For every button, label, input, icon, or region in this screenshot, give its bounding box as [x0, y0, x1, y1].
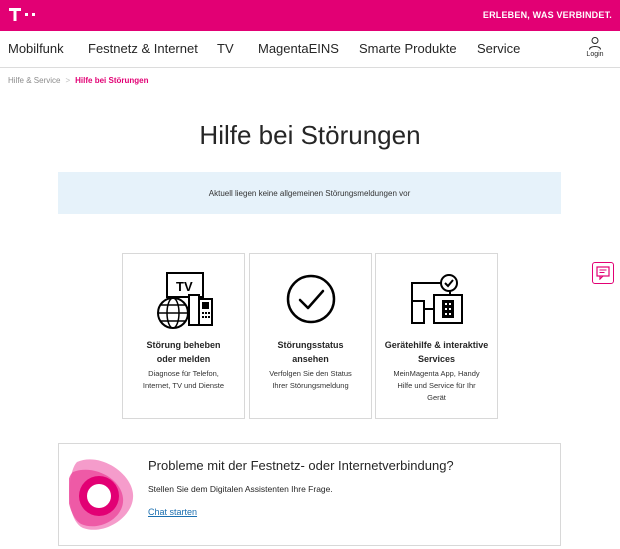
page-title: Hilfe bei Störungen [199, 120, 421, 150]
tv-icon-label: TV [176, 279, 193, 294]
card-desc-line: Diagnose für Telefon, [148, 369, 219, 378]
login-label: Login [586, 51, 604, 58]
card-desc-line: MeinMagenta App, Handy [393, 369, 480, 378]
digital-assistant-box: Probleme mit der Festnetz- oder Internet… [58, 443, 561, 546]
nav-item-tv[interactable]: TV [217, 41, 234, 56]
chat-start-link[interactable]: Chat starten [148, 507, 197, 517]
chat-title: Probleme mit der Festnetz- oder Internet… [148, 458, 454, 473]
card-title-line: Gerätehilfe & interaktive [384, 340, 489, 350]
telekom-t-logo-icon[interactable] [8, 6, 42, 24]
card-stoerung-beheben[interactable]: TV Störung beheben oder melden Diagnose … [122, 253, 245, 419]
card-title-line: oder melden [156, 354, 211, 364]
nav-item-service[interactable]: Service [477, 41, 520, 56]
breadcrumb: Hilfe & Service > Hilfe bei Störungen [8, 76, 148, 85]
tv-phone-globe-icon: TV [157, 272, 213, 329]
digital-assistant-logo-icon [69, 459, 134, 530]
devices-check-icon [411, 274, 463, 324]
feedback-chat-icon [596, 266, 610, 280]
card-desc-line: Verfolgen Sie den Status [269, 369, 352, 378]
card-desc-line: Internet, TV und Dienste [142, 381, 225, 390]
card-title: Gerätehilfe & interaktive Services [380, 338, 493, 366]
nav-item-mobilfunk[interactable]: Mobilfunk [8, 41, 64, 56]
card-desc-line: Hilfe und Service für Ihr [397, 381, 476, 390]
card-title-line: ansehen [292, 354, 329, 364]
card-title: Störung beheben oder melden [127, 338, 240, 366]
nav-item-smarte-produkte[interactable]: Smarte Produkte [359, 41, 457, 56]
info-banner: Aktuell liegen keine allgemeinen Störung… [58, 172, 561, 214]
breadcrumb-separator: > [65, 76, 71, 85]
slogan: ERLEBEN, WAS VERBINDET. [482, 10, 612, 20]
card-desc-line: Ihrer Störungsmeldung [272, 381, 349, 390]
chat-subtitle: Stellen Sie dem Digitalen Assistenten Ih… [148, 484, 333, 494]
breadcrumb-home-link[interactable]: Hilfe & Service [8, 76, 60, 85]
top-bar: ERLEBEN, WAS VERBINDET. [0, 0, 620, 31]
nav-item-magentaeins[interactable]: MagentaEINS [258, 41, 339, 56]
card-description: Verfolgen Sie den Status Ihrer Störungsm… [256, 368, 365, 392]
card-stoerungsstatus[interactable]: Störungsstatus ansehen Verfolgen Sie den… [249, 253, 372, 419]
feedback-button[interactable] [592, 262, 614, 284]
card-title-line: Störung beheben [146, 340, 221, 350]
card-desc-line: Gerät [427, 393, 446, 402]
card-title: Störungsstatus ansehen [254, 338, 367, 366]
user-icon [589, 37, 601, 50]
nav-item-festnetz-internet[interactable]: Festnetz & Internet [88, 41, 198, 56]
main-navigation: Mobilfunk Festnetz & Internet TV Magenta… [0, 31, 620, 68]
breadcrumb-current: Hilfe bei Störungen [75, 76, 149, 85]
card-title-line: Services [417, 354, 456, 364]
card-geraetehilfe[interactable]: Gerätehilfe & interaktive Services MeinM… [375, 253, 498, 419]
card-description: MeinMagenta App, Handy Hilfe und Service… [382, 368, 491, 404]
login-button[interactable]: Login [584, 36, 606, 58]
check-circle-icon [286, 274, 336, 324]
card-description: Diagnose für Telefon, Internet, TV und D… [129, 368, 238, 392]
card-title-line: Störungsstatus [277, 340, 344, 350]
